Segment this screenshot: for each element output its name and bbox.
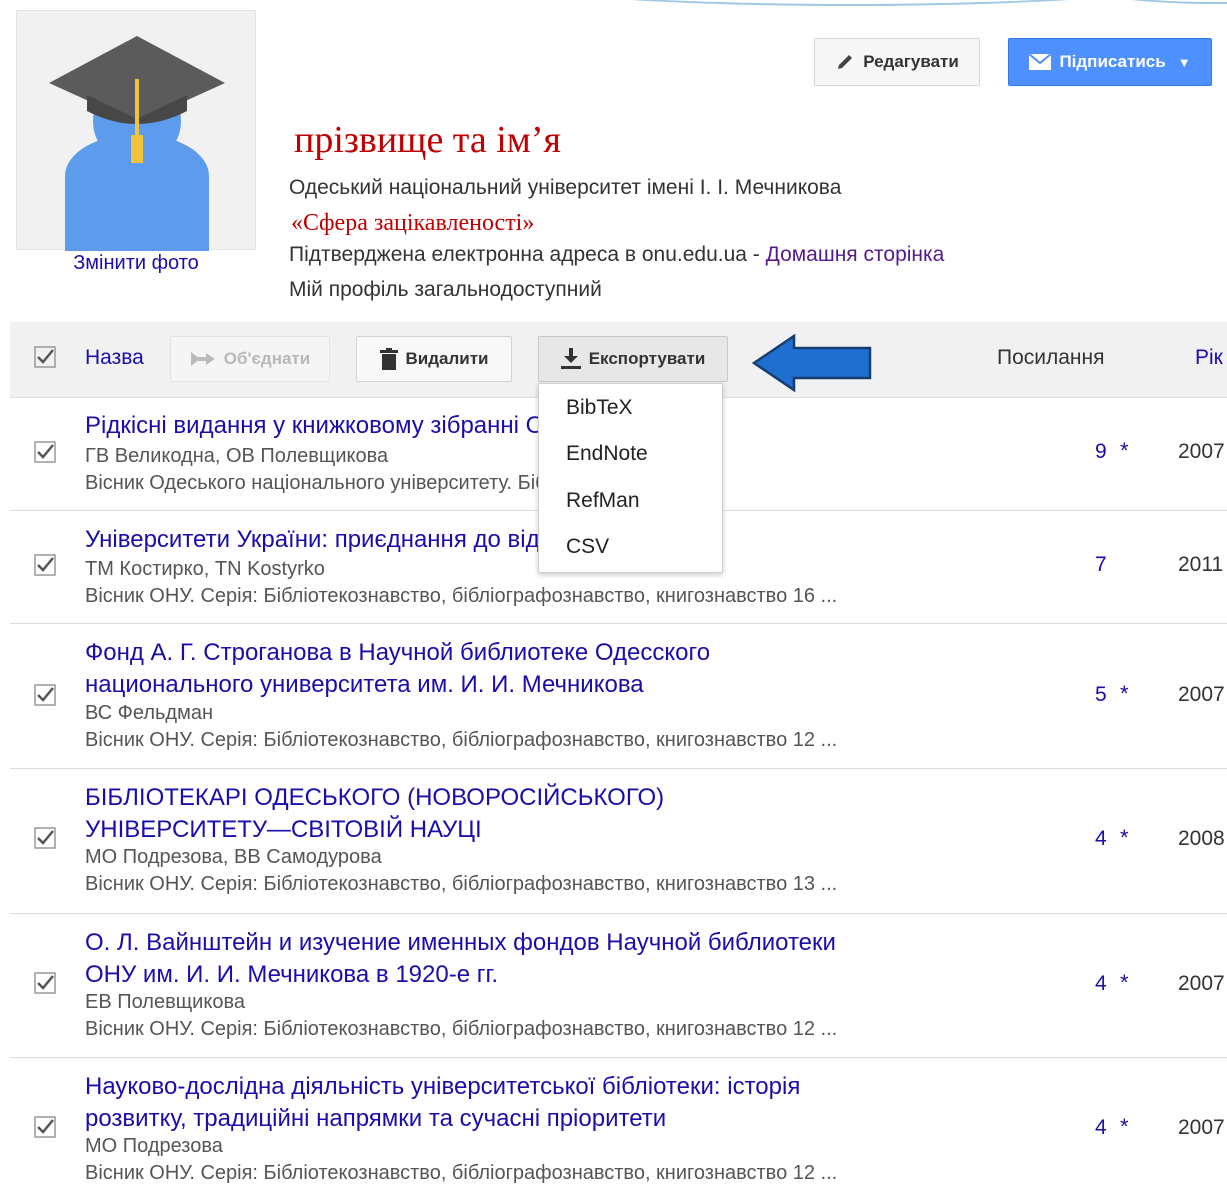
export-option-csv[interactable]: CSV [566,535,609,559]
download-icon [560,348,581,370]
article-authors: МО Подрезова [85,1135,223,1157]
article-source: Вісник ОНУ. Серія: Бібліотекознавство, б… [85,1018,838,1040]
merge-button[interactable]: Об'єднати [170,336,330,382]
avatar[interactable] [16,10,256,251]
star-icon: * [1120,970,1129,995]
article-year: 2007 [1178,683,1225,706]
star-icon: * [1120,438,1129,463]
title-column-header[interactable]: Назва [85,346,144,370]
delete-button-label: Видалити [405,349,489,368]
star-icon: * [1120,681,1129,706]
citation-count[interactable]: 4 [1095,1116,1107,1140]
row-checkbox[interactable] [34,554,56,581]
article-title[interactable]: Фонд А. Г. Строганова в Научной библиоте… [85,637,945,701]
article-title[interactable]: Університети України: приєднання до відк… [85,524,945,556]
row-checkbox[interactable] [34,972,56,999]
row-checkbox[interactable] [34,1116,56,1143]
profile-name: прізвище та ім’я [294,119,561,161]
year-column-header[interactable]: Рік [1195,346,1223,370]
decorative-arc [470,0,1227,6]
article-title[interactable]: БІБЛІОТЕКАРІ ОДЕСЬКОГО (НОВОРОСІЙСЬКОГО)… [85,782,945,846]
article-year: 2008 [1178,827,1225,850]
row-checkbox[interactable] [34,441,56,468]
article-authors: ТМ Костирко, TN Kostyrko [85,558,325,580]
citation-count[interactable]: 4 [1095,972,1107,996]
citation-count[interactable]: 5 [1095,683,1107,707]
article-authors: ЕВ Полевщикова [85,991,245,1013]
graduate-avatar-icon [49,36,225,251]
table-row: Науково-дослідна діяльність університетс… [10,1058,1227,1195]
article-authors: ВС Фельдман [85,702,214,724]
envelope-icon [1029,54,1052,70]
merge-icon [190,350,216,368]
change-photo-link[interactable]: Змінити фото [16,252,256,275]
citation-count[interactable]: 4 [1095,827,1107,851]
profile-email-line: Підтверджена електронна адреса в onu.edu… [289,243,944,267]
edit-button-label: Редагувати [863,52,959,71]
export-button-label: Експортувати [588,349,706,368]
article-authors: ГВ Великодна, ОВ Полевщикова [85,445,389,467]
export-option-endnote[interactable]: EndNote [566,442,648,466]
table-row: Фонд А. Г. Строганова в Научной библиоте… [10,624,1227,769]
export-menu: BibTeX EndNote RefMan CSV [538,383,723,573]
subscribe-button[interactable]: Підписатись ▼ [1008,38,1212,86]
profile-public-status: Мій профіль загальнодоступний [289,278,602,301]
left-arrow-icon [752,333,872,393]
chevron-down-icon: ▼ [1177,54,1191,70]
profile-interests[interactable]: «Сфера зацікавленості» [291,210,534,237]
article-title[interactable]: Науково-дослідна діяльність університетс… [85,1071,945,1135]
star-icon: * [1120,1114,1129,1139]
export-button[interactable]: Експортувати [538,336,728,382]
article-title[interactable]: О. Л. Вайнштейн и изучение именных фондо… [85,927,945,991]
cites-column-header: Посилання [997,346,1105,369]
export-option-bibtex[interactable]: BibTeX [566,396,633,420]
article-year: 2011 [1178,553,1224,576]
table-row: О. Л. Вайнштейн и изучение именных фондо… [10,914,1227,1058]
edit-button[interactable]: Редагувати [814,38,980,86]
subscribe-button-label: Підписатись [1059,52,1166,71]
row-checkbox[interactable] [34,827,56,854]
article-source: Вісник ОНУ. Серія: Бібліотекознавство, б… [85,729,838,751]
verified-email-text: Підтверджена електронна адреса в onu.edu… [289,243,766,266]
profile-affiliation: Одеський національний університет імені … [289,176,842,199]
pencil-icon [835,52,855,72]
delete-button[interactable]: Видалити [356,336,512,382]
select-all-checkbox[interactable] [34,346,56,373]
article-source: Вісник ОНУ. Серія: Бібліотекознавство, б… [85,873,838,895]
article-title[interactable]: Рідкісні видання у книжковому зібранні О… [85,410,945,442]
article-year: 2007 [1178,440,1225,463]
row-checkbox[interactable] [34,684,56,711]
decorative-arc-small [1050,0,1227,4]
article-year: 2007 [1178,972,1225,995]
article-authors: МО Подрезова, ВВ Самодурова [85,846,382,868]
article-year: 2007 [1178,1116,1225,1139]
article-source: Вісник ОНУ. Серія: Бібліотекознавство, б… [85,1162,838,1184]
merge-button-label: Об'єднати [223,349,311,368]
article-source: Вісник ОНУ. Серія: Бібліотекознавство, б… [85,585,838,607]
citation-count[interactable]: 7 [1095,553,1107,577]
citation-count[interactable]: 9 [1095,440,1107,464]
export-option-refman[interactable]: RefMan [566,489,640,513]
homepage-link[interactable]: Домашня сторінка [766,243,945,266]
trash-icon [379,348,398,370]
star-icon: * [1120,825,1129,850]
table-row: БІБЛІОТЕКАРІ ОДЕСЬКОГО (НОВОРОСІЙСЬКОГО)… [10,769,1227,914]
